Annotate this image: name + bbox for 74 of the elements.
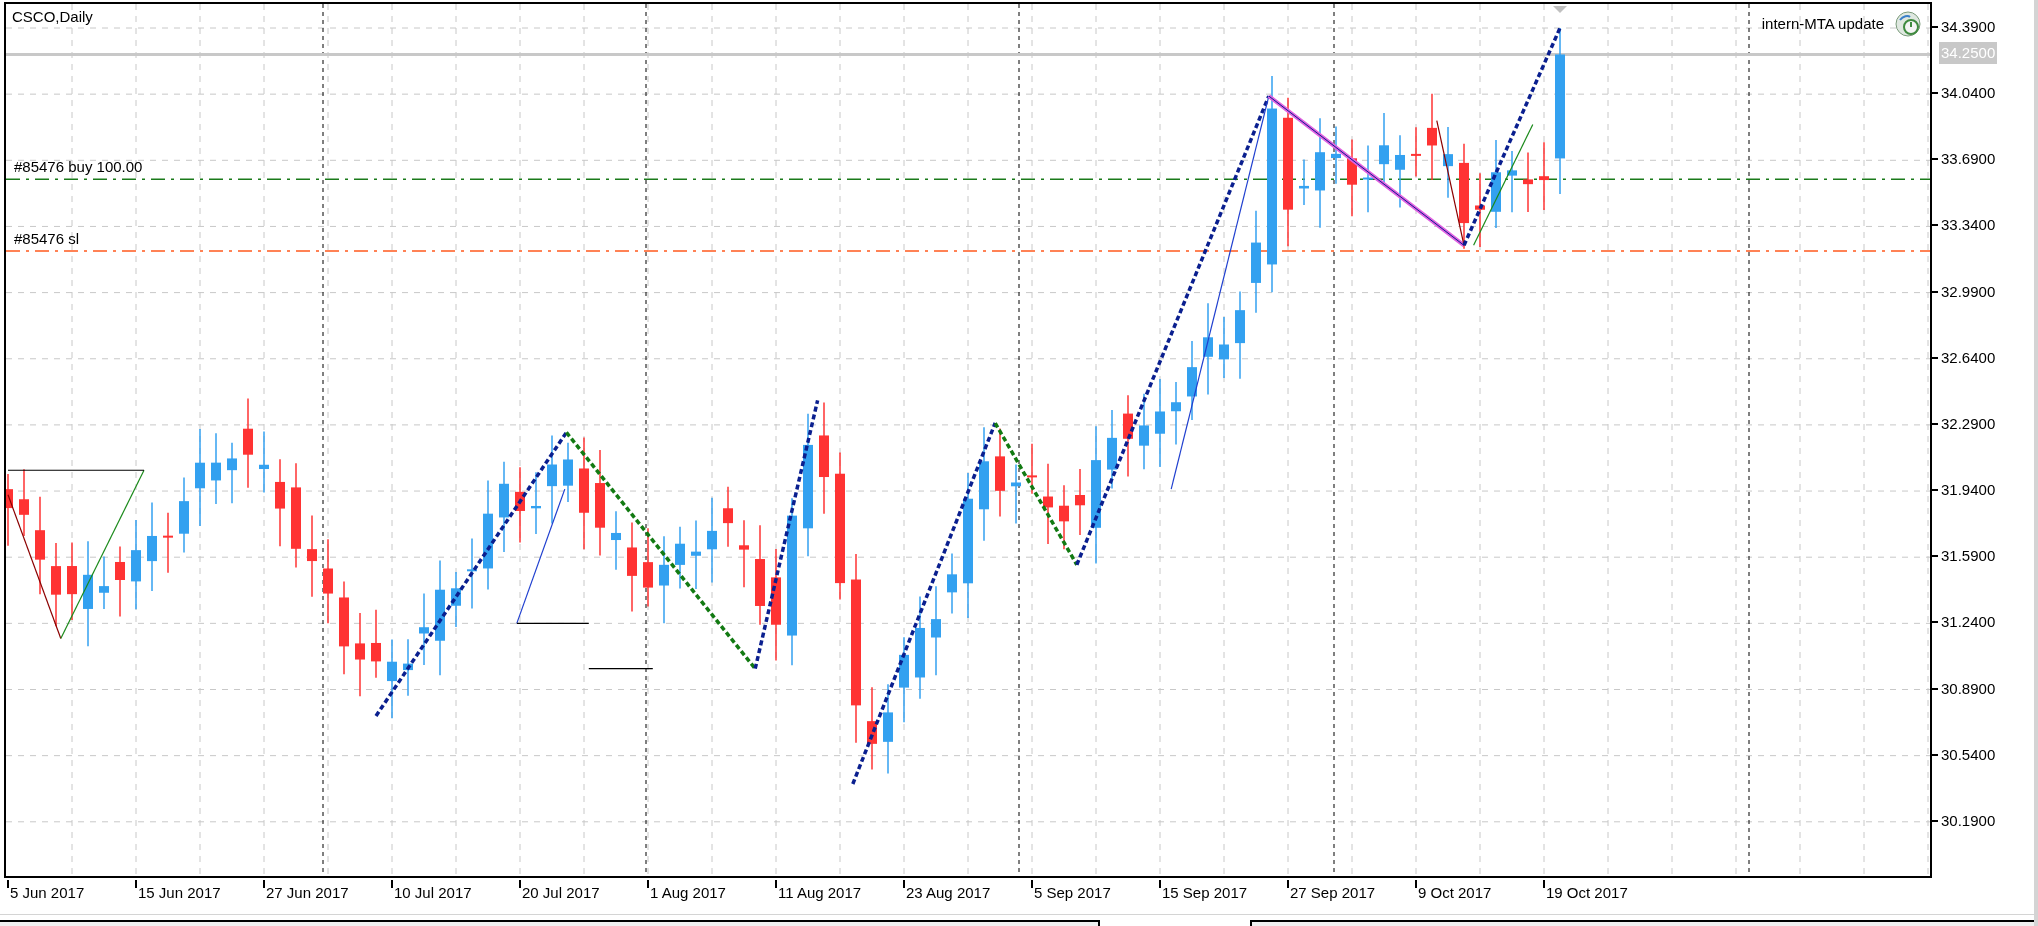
candle — [227, 441, 237, 505]
date-label: 23 Aug 2017 — [906, 884, 991, 902]
date-label: 9 Oct 2017 — [1418, 884, 1492, 902]
tick-mark — [7, 880, 9, 888]
candle — [1011, 463, 1021, 525]
date-label: 20 Jul 2017 — [522, 884, 600, 902]
tick-mark — [135, 880, 137, 888]
tick-mark — [1287, 880, 1289, 888]
candle — [451, 571, 461, 628]
order-line-label: #85476 sl — [14, 231, 80, 246]
tick-mark — [391, 880, 393, 888]
candle — [739, 519, 749, 589]
date-label: 5 Sep 2017 — [1034, 884, 1111, 902]
price-label: 33.6900 — [1941, 149, 1996, 170]
candle — [1171, 381, 1181, 446]
indicator-label: intern-MTA update — [1761, 13, 1884, 34]
price-label: 34.0400 — [1941, 83, 1996, 104]
price-label: 32.9900 — [1941, 281, 1996, 302]
price-label: 31.9400 — [1941, 480, 1996, 501]
candle — [1059, 484, 1069, 550]
globe-icon — [1894, 10, 1922, 38]
price-label: 30.8900 — [1941, 678, 1996, 699]
candle — [1027, 443, 1037, 495]
date-label: 19 Oct 2017 — [1546, 884, 1628, 902]
candle — [1363, 144, 1373, 214]
tick-mark — [1159, 880, 1161, 888]
candle — [403, 638, 413, 697]
chart-title: CSCO,Daily — [12, 7, 93, 27]
price-label: 30.1900 — [1941, 810, 1996, 831]
tick-mark — [1415, 880, 1417, 888]
price-label: 32.6400 — [1941, 347, 1996, 368]
date-label: 5 Jun 2017 — [10, 884, 85, 902]
candle — [1219, 316, 1229, 379]
candle — [947, 552, 957, 615]
candle — [675, 525, 685, 590]
candle — [259, 430, 269, 494]
candle — [371, 608, 381, 679]
date-label: 11 Aug 2017 — [778, 884, 862, 902]
candle — [723, 486, 733, 548]
candle — [531, 471, 541, 535]
price-label: 34.3900 — [1941, 17, 1996, 37]
candle — [1299, 158, 1309, 206]
candle — [1331, 125, 1341, 185]
tick-mark — [1543, 880, 1545, 888]
tick-mark — [903, 880, 905, 888]
price-label: 30.5400 — [1941, 744, 1996, 765]
price-label: 33.3400 — [1941, 215, 1996, 236]
order-line-label: #85476 buy 100.00 — [14, 159, 143, 175]
candle — [19, 468, 29, 537]
candle — [691, 519, 701, 590]
candle — [1075, 468, 1085, 536]
candle — [1539, 141, 1549, 211]
candle — [1507, 150, 1517, 213]
tick-mark — [775, 880, 777, 888]
tick-mark — [263, 880, 265, 888]
marker-triangle-icon — [1553, 6, 1567, 13]
price-label: 31.5900 — [1941, 546, 1996, 567]
tick-mark — [519, 880, 521, 888]
candle — [1523, 151, 1533, 213]
candle — [611, 510, 621, 571]
date-label: 27 Sep 2017 — [1290, 884, 1376, 902]
date-label: 27 Jun 2017 — [266, 884, 349, 902]
tick-mark — [1031, 880, 1033, 888]
date-label: 15 Jun 2017 — [138, 884, 221, 902]
date-label: 10 Jul 2017 — [394, 884, 472, 902]
price-label: 31.2400 — [1941, 612, 1996, 633]
candle — [99, 555, 109, 610]
date-label: 15 Sep 2017 — [1162, 884, 1248, 902]
candle — [1411, 126, 1421, 178]
candle — [563, 442, 573, 503]
candle — [163, 512, 173, 574]
tick-mark — [647, 880, 649, 888]
date-label: 1 Aug 2017 — [650, 884, 726, 902]
price-label: 32.2900 — [1941, 413, 1996, 434]
